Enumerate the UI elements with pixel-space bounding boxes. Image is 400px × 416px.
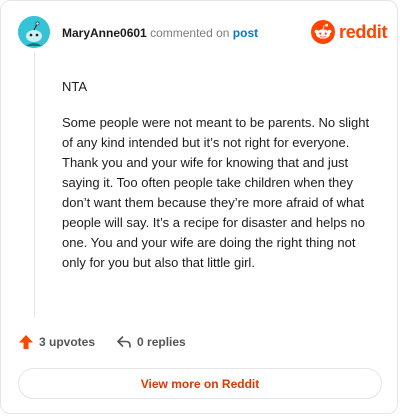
username-link[interactable]: MaryAnne0601: [62, 26, 147, 40]
post-link[interactable]: post: [233, 26, 258, 40]
upvote-count: 3 upvotes: [39, 335, 96, 349]
thread-line: [34, 53, 35, 318]
reply-arrow-icon: [117, 336, 131, 348]
upvote-arrow-icon: [19, 335, 33, 349]
comment-paragraph: NTA: [62, 79, 88, 94]
snoo-avatar-icon: [18, 16, 50, 48]
view-more-button[interactable]: View more on Reddit: [18, 368, 382, 399]
brand-wordmark: reddit: [339, 21, 388, 42]
reply-button[interactable]: 0 replies: [116, 334, 186, 350]
user-avatar[interactable]: [18, 16, 50, 48]
comment-embed-card: MaryAnne0601 commented on post reddit NT…: [0, 0, 398, 414]
reply-count: 0 replies: [137, 335, 186, 349]
reddit-brand[interactable]: reddit: [311, 20, 388, 44]
upvote-button[interactable]: 3 upvotes: [18, 334, 95, 350]
comment-header: MaryAnne0601 commented on post: [62, 26, 258, 40]
comment-paragraph: Some people were not meant to be parents…: [62, 115, 370, 270]
reddit-logo-icon: [311, 20, 335, 44]
action-text: commented on: [150, 26, 230, 40]
comment-body: NTA Some people were not meant to be par…: [62, 77, 376, 289]
comment-footer: 3 upvotes 0 replies: [18, 334, 186, 350]
